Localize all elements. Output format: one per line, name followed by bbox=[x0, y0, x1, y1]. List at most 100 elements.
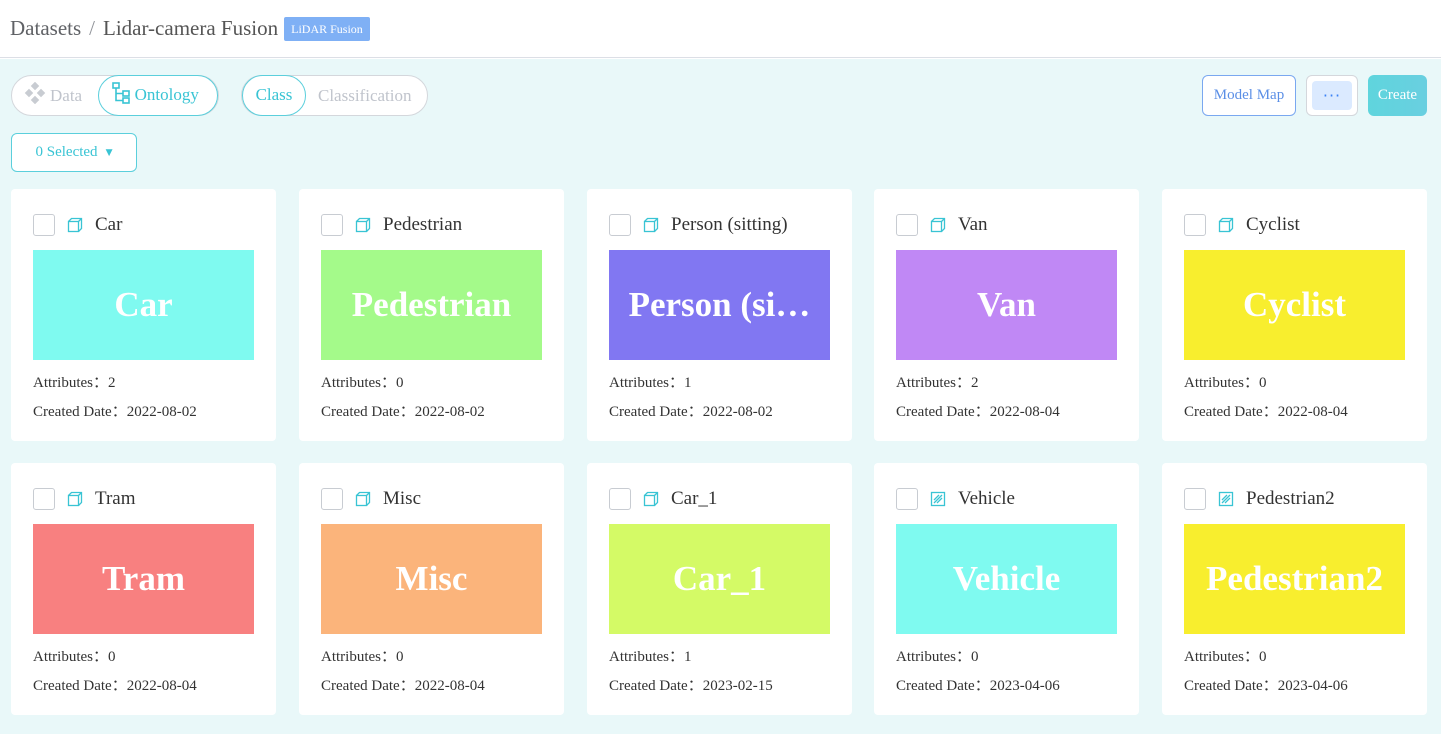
card-checkbox[interactable] bbox=[896, 488, 918, 510]
attributes-label: Attributes： bbox=[896, 649, 971, 665]
created-date: Created Date：2022-08-04 bbox=[1184, 400, 1348, 421]
card-checkbox[interactable] bbox=[321, 488, 343, 510]
swatch-label: Tram bbox=[102, 559, 185, 598]
attributes-value: 0 bbox=[396, 375, 404, 391]
card-checkbox[interactable] bbox=[1184, 214, 1206, 236]
attributes-label: Attributes： bbox=[321, 375, 396, 391]
attributes-count: Attributes：1 bbox=[609, 645, 692, 666]
card-header: Pedestrian2 bbox=[1184, 487, 1335, 511]
swatch-label: Car_1 bbox=[672, 559, 767, 598]
model-map-button[interactable]: Model Map bbox=[1202, 75, 1296, 116]
created-date-value: 2023-02-15 bbox=[702, 678, 773, 694]
caret-down-icon: ▼ bbox=[105, 147, 113, 158]
card-header: Tram bbox=[33, 487, 135, 511]
attributes-count: Attributes：1 bbox=[609, 371, 692, 392]
attributes-value: 0 bbox=[971, 649, 979, 665]
selected-dropdown[interactable]: 0 Selected ▼ bbox=[11, 133, 137, 172]
type-toggle: Class Classification bbox=[241, 74, 428, 116]
swatch-label: Pedestrian2 bbox=[1206, 559, 1383, 598]
tab-class[interactable]: Class bbox=[242, 74, 306, 116]
breadcrumb-datasets[interactable]: Datasets bbox=[10, 16, 81, 41]
class-card[interactable]: Tram Tram Attributes：0 Created Date：2022-08… bbox=[11, 463, 276, 715]
class-color-swatch: Pedestrian bbox=[321, 250, 542, 360]
selected-label: 0 Selected bbox=[35, 144, 98, 160]
cube-icon bbox=[67, 491, 83, 507]
create-button[interactable]: Create bbox=[1368, 75, 1427, 116]
class-card[interactable]: Misc Misc Attributes：0 Created Date：2022-08… bbox=[299, 463, 564, 715]
created-date: Created Date：2022-08-02 bbox=[609, 400, 773, 421]
class-card[interactable]: Car_1 Car_1 Attributes：1 Created Date：2023-… bbox=[587, 463, 852, 715]
card-header: Vehicle bbox=[896, 487, 1015, 511]
attributes-value: 1 bbox=[684, 649, 692, 665]
swatch-label: Misc bbox=[395, 559, 468, 598]
attributes-value: 2 bbox=[108, 375, 116, 391]
swatch-label: Person (si… bbox=[628, 285, 811, 324]
card-checkbox[interactable] bbox=[1184, 488, 1206, 510]
created-date-value: 2022-08-02 bbox=[414, 404, 485, 420]
page-header: Datasets / Lidar-camera Fusion LiDAR Fus… bbox=[0, 0, 1441, 58]
class-color-swatch: Person (si… bbox=[609, 250, 830, 360]
dataset-type-tag: LiDAR Fusion bbox=[284, 16, 370, 41]
tab-data[interactable]: Data bbox=[12, 75, 98, 116]
box2d-icon bbox=[1218, 491, 1234, 507]
attributes-label: Attributes： bbox=[609, 375, 684, 391]
swatch-label: Van bbox=[976, 285, 1037, 324]
cube-icon bbox=[67, 217, 83, 233]
tab-data-label: Data bbox=[50, 85, 83, 105]
created-date-label: Created Date： bbox=[896, 404, 990, 420]
swatch-label: Car bbox=[114, 285, 173, 324]
attributes-label: Attributes： bbox=[321, 649, 396, 665]
created-date: Created Date：2023-04-06 bbox=[1184, 674, 1348, 695]
created-date: Created Date：2022-08-02 bbox=[33, 400, 197, 421]
card-checkbox[interactable] bbox=[609, 488, 631, 510]
created-date: Created Date：2022-08-02 bbox=[321, 400, 485, 421]
created-date-label: Created Date： bbox=[1184, 678, 1278, 694]
more-icon: ··· bbox=[1312, 81, 1352, 110]
class-color-swatch: Misc bbox=[321, 524, 542, 634]
created-date-label: Created Date： bbox=[1184, 404, 1278, 420]
main-content: Data Ontology Class Classification Model… bbox=[0, 59, 1441, 734]
created-date-value: 2022-08-02 bbox=[702, 404, 773, 420]
attributes-count: Attributes：0 bbox=[1184, 645, 1267, 666]
attributes-label: Attributes： bbox=[1184, 375, 1259, 391]
cube-icon bbox=[643, 491, 659, 507]
class-card[interactable]: Cyclist Cyclist Attributes：0 Created Date：2… bbox=[1162, 189, 1427, 441]
class-card[interactable]: Pedestrian2 Pedestrian2 Attributes：0 Create… bbox=[1162, 463, 1427, 715]
attributes-count: Attributes：0 bbox=[1184, 371, 1267, 392]
attributes-value: 0 bbox=[1259, 649, 1267, 665]
created-date-label: Created Date： bbox=[321, 404, 415, 420]
created-date-value: 2022-08-02 bbox=[126, 404, 197, 420]
cube-icon bbox=[355, 217, 371, 233]
class-card[interactable]: Person (sitting) Person (si… Attributes：1 C… bbox=[587, 189, 852, 441]
card-checkbox[interactable] bbox=[33, 488, 55, 510]
class-card[interactable]: Pedestrian Pedestrian Attributes：0 Created … bbox=[299, 189, 564, 441]
class-card[interactable]: Van Van Attributes：2 Created Date：2022-08-0… bbox=[874, 189, 1139, 441]
card-checkbox[interactable] bbox=[896, 214, 918, 236]
attributes-label: Attributes： bbox=[609, 649, 684, 665]
attributes-count: Attributes：0 bbox=[896, 645, 979, 666]
card-header: Pedestrian bbox=[321, 213, 462, 237]
more-button[interactable]: ··· bbox=[1306, 75, 1358, 116]
card-title: Tram bbox=[95, 488, 136, 509]
attributes-label: Attributes： bbox=[33, 649, 108, 665]
card-checkbox[interactable] bbox=[609, 214, 631, 236]
cube-icon bbox=[1218, 217, 1234, 233]
created-date-label: Created Date： bbox=[609, 404, 703, 420]
card-checkbox[interactable] bbox=[33, 214, 55, 236]
class-card[interactable]: Car Car Attributes：2 Created Date：2022-08-0… bbox=[11, 189, 276, 441]
swatch-label: Pedestrian bbox=[351, 285, 512, 324]
created-date: Created Date：2022-08-04 bbox=[33, 674, 197, 695]
class-card[interactable]: Vehicle Vehicle Attributes：0 Created Date：2… bbox=[874, 463, 1139, 715]
card-title: Car bbox=[95, 214, 123, 235]
class-color-swatch: Tram bbox=[33, 524, 254, 634]
tab-ontology[interactable]: Ontology bbox=[97, 74, 218, 116]
card-title: Van bbox=[958, 214, 988, 235]
attributes-value: 0 bbox=[396, 649, 404, 665]
swatch-label: Cyclist bbox=[1242, 285, 1347, 324]
attributes-value: 0 bbox=[108, 649, 116, 665]
cube-icon bbox=[930, 217, 946, 233]
card-checkbox[interactable] bbox=[321, 214, 343, 236]
view-toggle: Data Ontology bbox=[11, 74, 219, 116]
created-date-value: 2023-04-06 bbox=[989, 678, 1060, 694]
tab-classification[interactable]: Classification bbox=[306, 75, 423, 116]
